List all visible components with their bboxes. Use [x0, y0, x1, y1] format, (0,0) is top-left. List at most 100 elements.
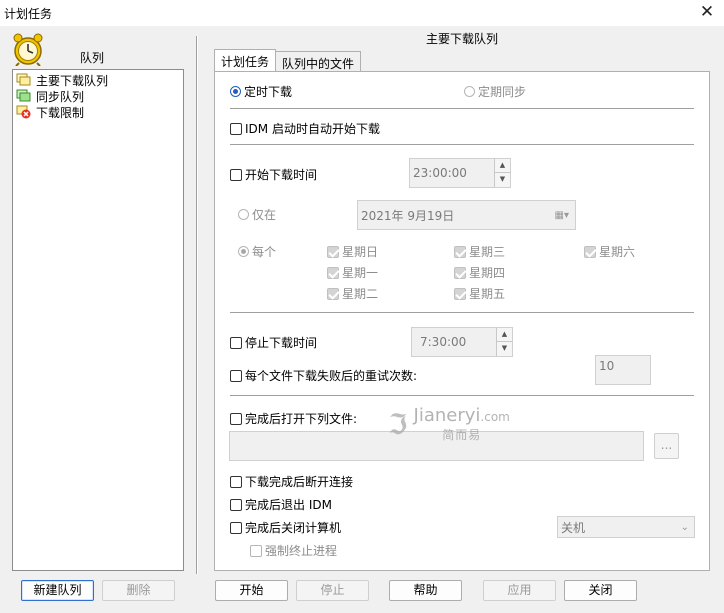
- new-queue-button[interactable]: 新建队列: [21, 580, 94, 601]
- watermark-logo: ℑ Jianeryi.com 简而易: [388, 405, 510, 443]
- checkbox-label: 下载完成后断开连接: [245, 475, 354, 489]
- checkbox[interactable]: [454, 245, 466, 258]
- radio-sync[interactable]: 定期同步: [464, 83, 526, 100]
- sidebar-item-download-limit[interactable]: 下载限制: [16, 104, 84, 120]
- queue-title: 主要下载队列: [425, 32, 498, 46]
- divider: [230, 312, 694, 313]
- checkbox-label: 星期一: [342, 266, 379, 280]
- checkbox-label: 星期五: [469, 287, 506, 301]
- checkbox[interactable]: [230, 521, 242, 534]
- checkbox-label: 完成后退出 IDM: [245, 498, 332, 512]
- sidebar-item-label: 主要下载队列: [36, 73, 109, 88]
- retry-count-input[interactable]: 10: [595, 355, 651, 385]
- date-value: 2021年 9月19日: [361, 208, 455, 223]
- tab-files-in-queue[interactable]: 队列中的文件: [275, 51, 362, 72]
- checkbox[interactable]: [584, 245, 596, 258]
- checkbox-label: IDM 启动时自动开始下载: [245, 122, 380, 136]
- calendar-dropdown-icon[interactable]: ▦▾: [555, 210, 569, 221]
- divider: [230, 144, 694, 145]
- radio-every[interactable]: 每个: [238, 243, 276, 260]
- start-button[interactable]: 开始: [215, 580, 288, 601]
- start-time-checkbox[interactable]: 开始下载时间: [230, 166, 317, 183]
- checkbox[interactable]: [230, 336, 242, 349]
- checkbox[interactable]: [327, 245, 339, 258]
- help-button[interactable]: 帮助: [389, 580, 462, 601]
- sidebar-item-sync-queue[interactable]: 同步队列: [16, 88, 84, 104]
- apply-button[interactable]: 应用: [483, 580, 556, 601]
- date-picker[interactable]: 2021年 9月19日 ▦▾: [357, 200, 576, 230]
- radio-button[interactable]: [464, 86, 475, 97]
- checkbox[interactable]: [454, 287, 466, 300]
- divider: [230, 395, 694, 396]
- radio-button[interactable]: [238, 209, 249, 220]
- shutdown-mode-select[interactable]: 关机 ⌄: [557, 516, 695, 538]
- checkbox-label: 每个文件下载失败后的重试次数:: [245, 369, 418, 383]
- browse-button[interactable]: ...: [654, 433, 679, 459]
- exit-idm-checkbox[interactable]: 完成后退出 IDM: [230, 496, 332, 513]
- weekday-tuesday-checkbox[interactable]: 星期二: [327, 285, 378, 302]
- chevron-down-icon[interactable]: ⌄: [681, 522, 689, 533]
- checkbox[interactable]: [327, 287, 339, 300]
- spin-down-icon[interactable]: ▼: [495, 173, 510, 187]
- weekday-thursday-checkbox[interactable]: 星期四: [454, 264, 505, 281]
- download-limit-icon: [16, 105, 31, 119]
- stop-button[interactable]: 停止: [296, 580, 369, 601]
- start-time-stepper[interactable]: ▲ ▼: [494, 159, 510, 187]
- checkbox[interactable]: [230, 369, 242, 382]
- checkbox[interactable]: [454, 266, 466, 279]
- checkbox-label: 开始下载时间: [245, 168, 318, 182]
- divider: [230, 108, 694, 109]
- checkbox[interactable]: [250, 544, 262, 557]
- radio-label: 仅在: [252, 208, 277, 222]
- checkbox-label: 星期四: [469, 266, 506, 280]
- checkbox-label: 星期六: [599, 245, 636, 259]
- retry-count-value: 10: [599, 359, 615, 373]
- watermark-domain: .com: [480, 410, 510, 424]
- checkbox[interactable]: [230, 168, 242, 181]
- weekday-sunday-checkbox[interactable]: 星期日: [327, 243, 378, 260]
- checkbox-label: 星期日: [342, 245, 379, 259]
- idm-startup-checkbox[interactable]: IDM 启动时自动开始下载: [230, 120, 380, 137]
- radio-scheduled[interactable]: 定时下载: [230, 83, 292, 100]
- spin-up-icon[interactable]: ▲: [497, 328, 512, 342]
- alarm-clock-icon: [13, 33, 43, 66]
- retry-checkbox[interactable]: 每个文件下载失败后的重试次数:: [230, 367, 417, 384]
- spin-up-icon[interactable]: ▲: [495, 159, 510, 173]
- vertical-divider: [196, 36, 198, 574]
- queue-tree[interactable]: 主要下载队列 同步队列 下载限制: [12, 69, 184, 571]
- checkbox[interactable]: [327, 266, 339, 279]
- watermark-sub: 简而易: [442, 428, 482, 442]
- checkbox[interactable]: [230, 475, 242, 488]
- close-button[interactable]: 关闭: [564, 580, 637, 601]
- radio-button[interactable]: [238, 246, 249, 257]
- delete-queue-button[interactable]: 删除: [102, 580, 175, 601]
- weekday-saturday-checkbox[interactable]: 星期六: [584, 243, 635, 260]
- disconnect-checkbox[interactable]: 下载完成后断开连接: [230, 473, 353, 490]
- close-icon[interactable]: ✕: [696, 1, 718, 23]
- radio-label: 定期同步: [478, 85, 527, 99]
- weekday-wednesday-checkbox[interactable]: 星期三: [454, 243, 505, 260]
- start-time-value: 23:00:00: [413, 166, 467, 180]
- weekday-monday-checkbox[interactable]: 星期一: [327, 264, 378, 281]
- open-file-checkbox[interactable]: 完成后打开下列文件:: [230, 410, 357, 427]
- radio-button[interactable]: [230, 86, 241, 97]
- radio-label: 每个: [252, 245, 277, 259]
- radio-label: 定时下载: [244, 85, 293, 99]
- checkbox-label: 停止下载时间: [245, 336, 318, 350]
- checkbox-label: 星期三: [469, 245, 506, 259]
- checkbox[interactable]: [230, 412, 242, 425]
- sidebar-item-main-queue[interactable]: 主要下载队列: [16, 72, 108, 88]
- checkbox[interactable]: [230, 498, 242, 511]
- force-kill-checkbox[interactable]: 强制终止进程: [250, 542, 337, 559]
- spin-down-icon[interactable]: ▼: [497, 342, 512, 356]
- checkbox[interactable]: [230, 122, 242, 135]
- stop-time-value: 7:30:00: [420, 335, 467, 349]
- weekday-friday-checkbox[interactable]: 星期五: [454, 285, 505, 302]
- tab-schedule[interactable]: 计划任务: [214, 49, 277, 71]
- radio-once[interactable]: 仅在: [238, 206, 276, 223]
- checkbox-label: 强制终止进程: [265, 544, 338, 558]
- checkbox-label: 完成后关闭计算机: [245, 521, 342, 535]
- stop-time-checkbox[interactable]: 停止下载时间: [230, 334, 317, 351]
- stop-time-stepper[interactable]: ▲ ▼: [496, 328, 512, 356]
- shutdown-checkbox[interactable]: 完成后关闭计算机: [230, 519, 341, 536]
